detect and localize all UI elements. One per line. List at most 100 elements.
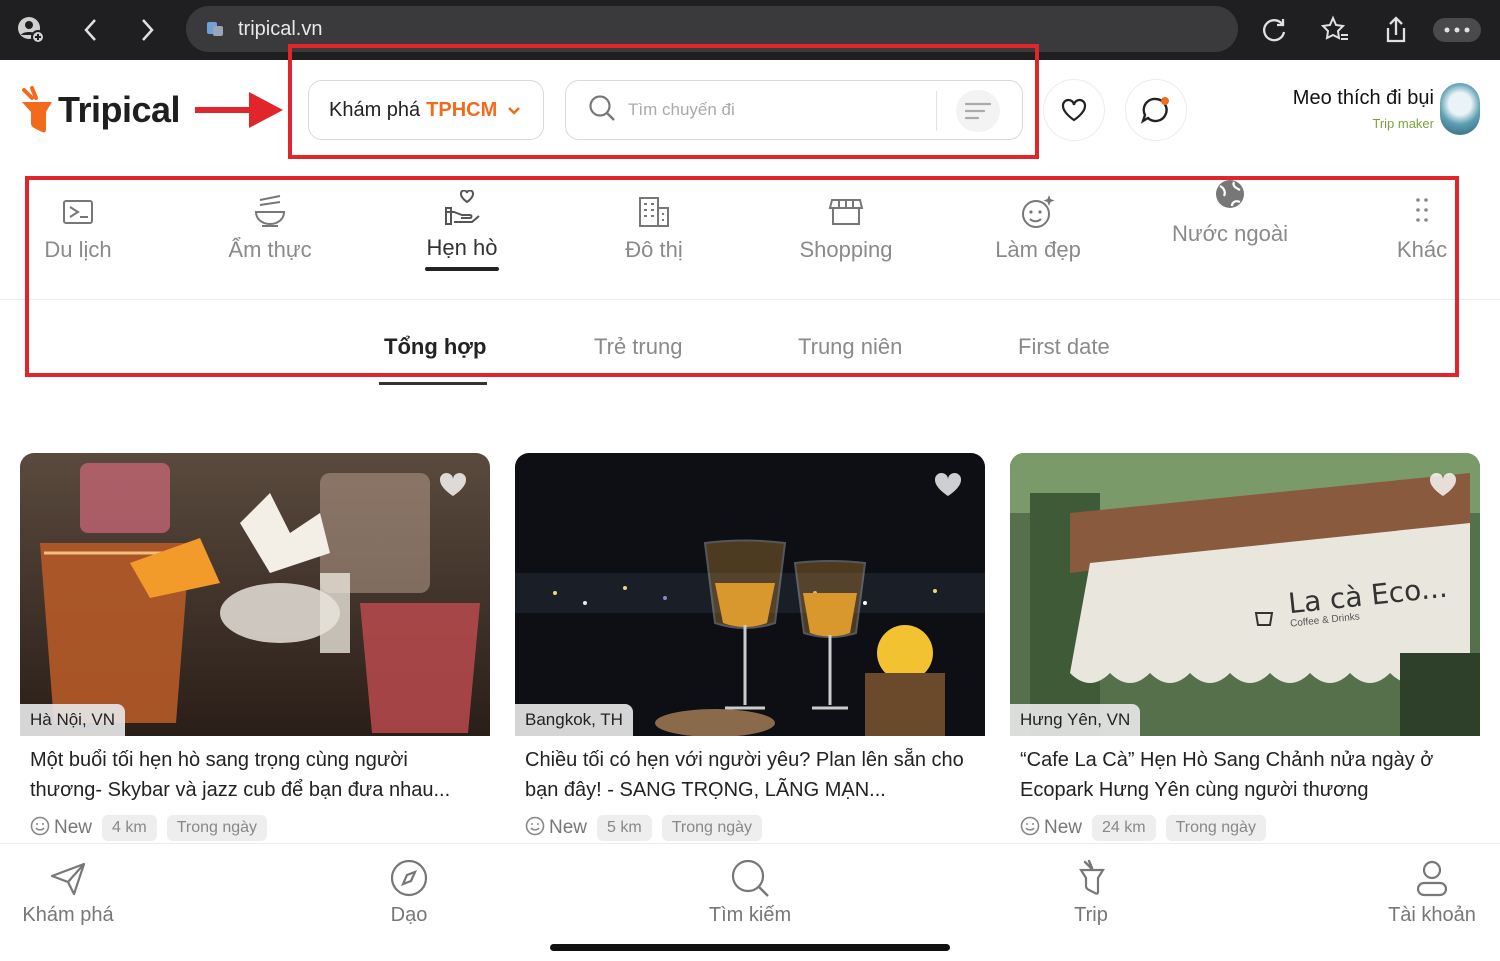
explore-label: Khám phá [329,98,421,121]
category-label: Làm đẹp [995,237,1081,262]
paper-plane-icon [50,862,86,896]
heart-icon[interactable] [1428,471,1458,504]
bookmark-star-icon[interactable] [1316,11,1354,49]
explore-city-dropdown[interactable]: Khám phá TPHCM [308,80,544,140]
smiley-icon [525,816,545,841]
category-label: Đô thị [625,237,683,262]
category-label: Du lịch [44,237,112,262]
heart-icon [1061,98,1087,122]
heart-icon[interactable] [933,471,963,504]
smiley-icon [30,816,50,841]
card-meta: New 24 km Trong ngày [1020,815,1276,841]
trip-search-box[interactable] [565,80,1023,140]
site-security-icon [204,16,226,43]
category-shopping[interactable]: Shopping [776,160,916,267]
active-category-indicator [425,267,499,271]
category-label: Nước ngoài [1172,221,1288,246]
back-icon[interactable] [72,11,110,49]
distance-chip: 24 km [1092,815,1156,841]
subtab-trung-nien[interactable]: Trung niên [798,334,902,360]
card-location: Hưng Yên, VN [1010,704,1141,736]
dots-grid-icon [1416,198,1428,222]
category-du-lich[interactable]: Du lịch [8,160,148,267]
heart-icon[interactable] [438,471,468,504]
nav-tim-kiem[interactable]: Tìm kiếm [680,858,820,927]
subtab-tong-hop[interactable]: Tổng hợp [384,334,486,360]
person-icon [1416,860,1448,897]
forward-icon[interactable] [128,11,166,49]
app-header: Tripical Khám phá TPHCM Meo thích đi bụi… [0,60,1500,160]
nav-label: Trip [1074,904,1108,926]
category-label: Ẩm thực [228,237,312,262]
distance-chip: 5 km [597,815,652,841]
favorites-button[interactable] [1043,79,1105,141]
compass-icon [390,859,428,897]
globe-icon [1216,180,1244,208]
building-icon [639,197,669,227]
nav-tai-khoan[interactable]: Tài khoản [1362,858,1500,927]
category-hen-ho[interactable]: Hẹn hò [392,160,532,271]
card-location: Hà Nội, VN [20,704,126,736]
card-status: New [1044,817,1083,838]
tripical-logo[interactable]: Tripical [20,86,181,134]
nav-kham-pha[interactable]: Khám phá [0,858,138,927]
search-input[interactable] [628,100,918,120]
category-khac[interactable]: Khác [1352,160,1492,267]
subtab-first-date[interactable]: First date [1018,334,1110,360]
luggage-icon [63,200,93,224]
category-lam-dep[interactable]: Làm đẹp [968,160,1108,267]
share-icon[interactable] [1377,11,1415,49]
filter-lines-icon [964,102,992,120]
trip-card[interactable]: Bangkok, TH Chiều tối có hẹn với người y… [515,453,985,845]
category-label: Hẹn hò [426,235,498,260]
trip-card[interactable]: Hà Nội, VN Một buổi tối hẹn hò sang trọn… [20,453,490,845]
active-subtab-indicator [379,382,487,385]
card-image: Bangkok, TH [515,453,985,736]
nav-label: Tài khoản [1388,904,1476,926]
card-meta: New 5 km Trong ngày [525,815,772,841]
category-bar: Du lịch Ẩm thực Hẹn hò Đô thị Shopping L… [0,160,1500,300]
nav-trip[interactable]: Trip [1021,858,1161,927]
store-icon [828,199,864,225]
user-name: Meo thích đi bụi [1292,87,1434,109]
nav-label: Tìm kiếm [708,904,792,926]
category-nuoc-ngoai[interactable]: Nước ngoài [1160,160,1300,251]
trip-icon [1079,859,1105,895]
chat-bubble-icon [1140,97,1169,124]
nav-dao[interactable]: Dạo [339,858,479,927]
card-title[interactable]: Một buổi tối hẹn hò sang trọng cùng ngườ… [30,745,480,805]
explore-city: TPHCM [426,98,498,121]
more-options-icon[interactable] [1432,11,1482,49]
user-profile[interactable]: Meo thích đi bụi Trip maker [1293,83,1480,135]
messages-button[interactable] [1125,79,1187,141]
category-am-thuc[interactable]: Ẩm thực [200,160,340,267]
face-sparkle-icon [1022,195,1055,228]
home-indicator [550,944,950,951]
card-title[interactable]: “Cafe La Cà” Hẹn Hò Sang Chảnh nửa ngày … [1020,745,1470,805]
category-label: Khác [1396,237,1448,262]
nav-label: Dạo [390,904,428,926]
duration-chip: Trong ngày [166,815,268,841]
duration-chip: Trong ngày [661,815,763,841]
search-icon [588,94,616,127]
category-do-thi[interactable]: Đô thị [584,160,724,267]
trip-card[interactable]: La cà Eco... Coffee & Drinks Hưng Yên, V… [1010,453,1480,845]
reload-icon[interactable] [1255,11,1293,49]
browser-toolbar: tripical.vn [0,0,1500,60]
search-icon [731,859,769,897]
card-meta: New 4 km Trong ngày [30,815,277,841]
address-bar[interactable]: tripical.vn [186,6,1238,52]
distance-chip: 4 km [102,815,157,841]
nav-label: Khám phá [22,904,114,926]
filter-button[interactable] [956,90,1000,132]
chevron-down-icon [507,99,521,122]
logo-text: Tripical [58,89,181,130]
avatar[interactable] [1440,83,1480,135]
category-label: Shopping [799,237,893,262]
card-location: Bangkok, TH [515,704,633,736]
card-image: Hà Nội, VN [20,453,490,736]
subtab-tre-trung[interactable]: Trẻ trung [594,334,682,360]
duration-chip: Trong ngày [1165,815,1266,841]
card-title[interactable]: Chiều tối có hẹn với người yêu? Plan lên… [525,745,975,805]
profile-icon[interactable] [12,11,50,49]
